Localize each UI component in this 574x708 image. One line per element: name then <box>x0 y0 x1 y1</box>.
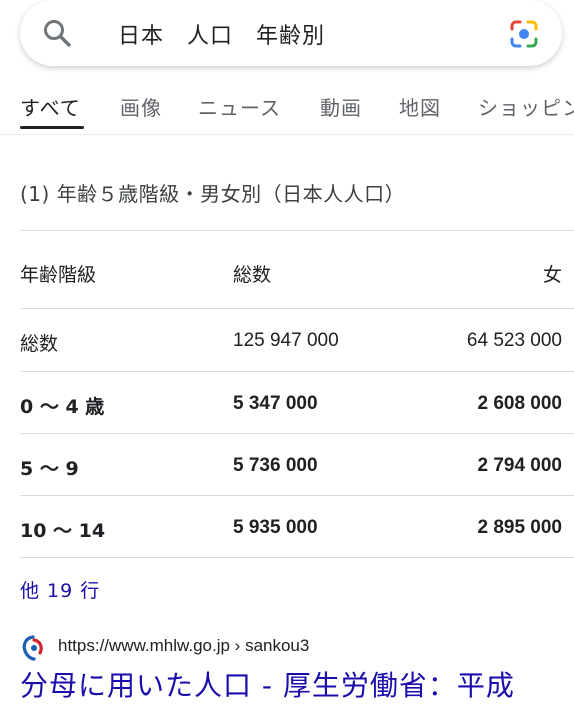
tab-maps[interactable]: 地図 <box>399 92 441 121</box>
search-input[interactable]: 日本 人口 年齢別 <box>118 18 325 50</box>
header-female: 女 <box>542 264 562 286</box>
cell-total: 5 935 000 <box>233 517 318 538</box>
header-total: 総数 <box>233 264 272 286</box>
tabs-divider <box>0 134 574 135</box>
cell-female: 2 608 000 <box>477 393 562 414</box>
table-caption: (1) 年齢５歳階級・男女別（日本人人口） <box>20 182 406 206</box>
table-divider <box>20 371 574 372</box>
cell-age: 10 〜 14 <box>20 520 106 542</box>
cell-total: 125 947 000 <box>233 330 339 351</box>
tab-videos[interactable]: 動画 <box>320 92 362 121</box>
cell-female: 64 523 000 <box>466 330 562 351</box>
table-divider <box>20 433 574 434</box>
result-url[interactable]: https://www.mhlw.go.jp › sankou3 <box>58 636 309 656</box>
tab-images[interactable]: 画像 <box>120 92 162 121</box>
search-icon[interactable] <box>42 18 72 48</box>
google-lens-icon[interactable] <box>508 18 540 50</box>
tab-news[interactable]: ニュース <box>198 92 281 121</box>
table-divider <box>20 495 574 496</box>
table-divider <box>20 557 574 558</box>
tab-all[interactable]: すべて <box>20 92 81 121</box>
table-divider <box>20 230 574 231</box>
active-tab-indicator <box>20 126 84 129</box>
cell-age: 総数 <box>20 333 59 355</box>
cell-female: 2 794 000 <box>477 455 562 476</box>
result-title-link[interactable]: 分母に用いた人口 - 厚生労働省：平成 <box>20 664 515 704</box>
search-bar[interactable]: 日本 人口 年齢別 <box>20 0 562 66</box>
cell-total: 5 736 000 <box>233 455 318 476</box>
cell-age: 5 〜 9 <box>20 458 79 480</box>
mhlw-favicon <box>22 635 43 661</box>
tab-shopping[interactable]: ショッピン <box>478 92 574 121</box>
search-tabs: すべて 画像 ニュース 動画 地図 ショッピン <box>0 86 574 132</box>
cell-age: 0 〜 4 歳 <box>20 396 105 418</box>
table-divider <box>20 308 574 309</box>
cell-total: 5 347 000 <box>233 393 318 414</box>
header-age-group: 年齢階級 <box>20 264 97 286</box>
cell-female: 2 895 000 <box>477 517 562 538</box>
more-rows-link[interactable]: 他 19 行 <box>20 576 100 603</box>
